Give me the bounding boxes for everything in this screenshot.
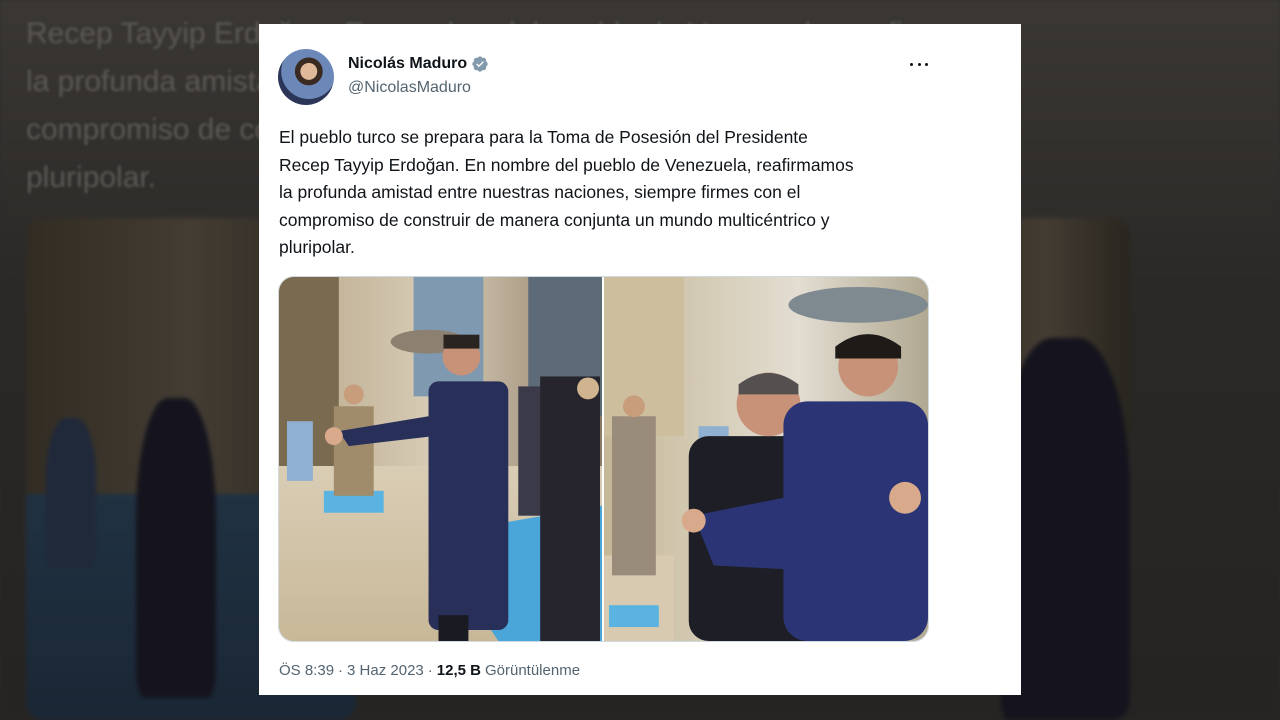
tweet-media[interactable] [278,276,929,642]
author-handle[interactable]: @NicolasMaduro [348,79,471,97]
tweet-time[interactable]: ÖS 8:39 [279,662,334,679]
more-options-icon[interactable] [907,54,931,74]
tweet-photo-1[interactable] [279,277,602,641]
tweet-text: El pueblo turco se prepara para la Toma … [279,127,854,257]
tweet-photo-2[interactable] [604,277,928,641]
views-label: Görüntülenme [484,662,581,679]
verified-badge-icon [472,56,488,72]
tweet-card: Nicolás Maduro @NicolasMaduro El pueblo … [259,24,1021,695]
tweet-date[interactable]: 3 Haz 2023 [347,662,424,679]
meta-separator: · [338,662,344,679]
author-display-name[interactable]: Nicolás Maduro [348,55,467,73]
author-name[interactable]: Nicolás Maduro [348,55,489,73]
avatar[interactable] [278,49,334,105]
tweet-meta: ÖS 8:39 · 3 Haz 2023 · 12,5 B Görüntülen… [279,662,580,679]
views-count: 12,5 B [436,662,481,679]
meta-separator: · [427,662,433,679]
